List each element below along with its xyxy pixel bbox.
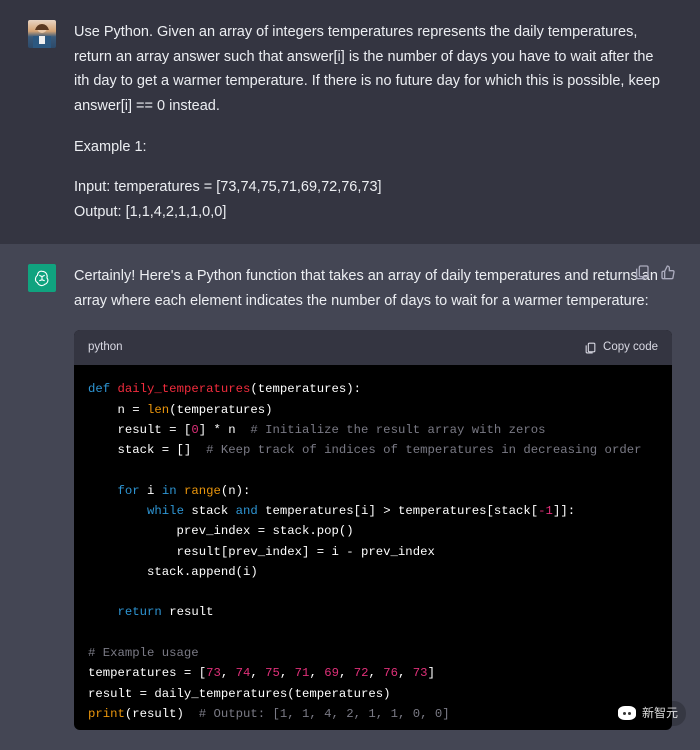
ai-avatar [28,264,56,292]
message-actions [634,264,676,280]
user-avatar [28,20,56,48]
copy-label: Copy code [603,338,658,358]
clipboard-icon [584,341,597,354]
ai-content: Certainly! Here's a Python function that… [74,264,672,730]
prompt-p1: Use Python. Given an array of integers t… [74,20,672,119]
watermark-text: 新智元 [642,704,678,723]
code-body[interactable]: def daily_temperatures(temperatures): n … [74,365,672,730]
code-lang-label: python [88,338,123,358]
ai-message: Certainly! Here's a Python function that… [0,244,700,750]
copy-message-button[interactable] [634,264,650,280]
code-block: python Copy code def daily_temperatures(… [74,330,672,730]
code-header: python Copy code [74,330,672,366]
prompt-p2: Example 1: [74,135,672,160]
thumbs-up-icon [660,264,676,280]
wechat-icon [618,706,636,720]
clipboard-icon [634,264,650,280]
thumbs-up-button[interactable] [660,264,676,280]
user-message: Use Python. Given an array of integers t… [0,0,700,244]
prompt-p4: Output: [1,1,4,2,1,1,0,0] [74,200,672,225]
watermark: 新智元 [610,701,686,726]
copy-code-button[interactable]: Copy code [584,338,658,358]
ai-intro: Certainly! Here's a Python function that… [74,264,672,313]
user-content: Use Python. Given an array of integers t… [74,20,672,224]
prompt-p3: Input: temperatures = [73,74,75,71,69,72… [74,175,672,200]
